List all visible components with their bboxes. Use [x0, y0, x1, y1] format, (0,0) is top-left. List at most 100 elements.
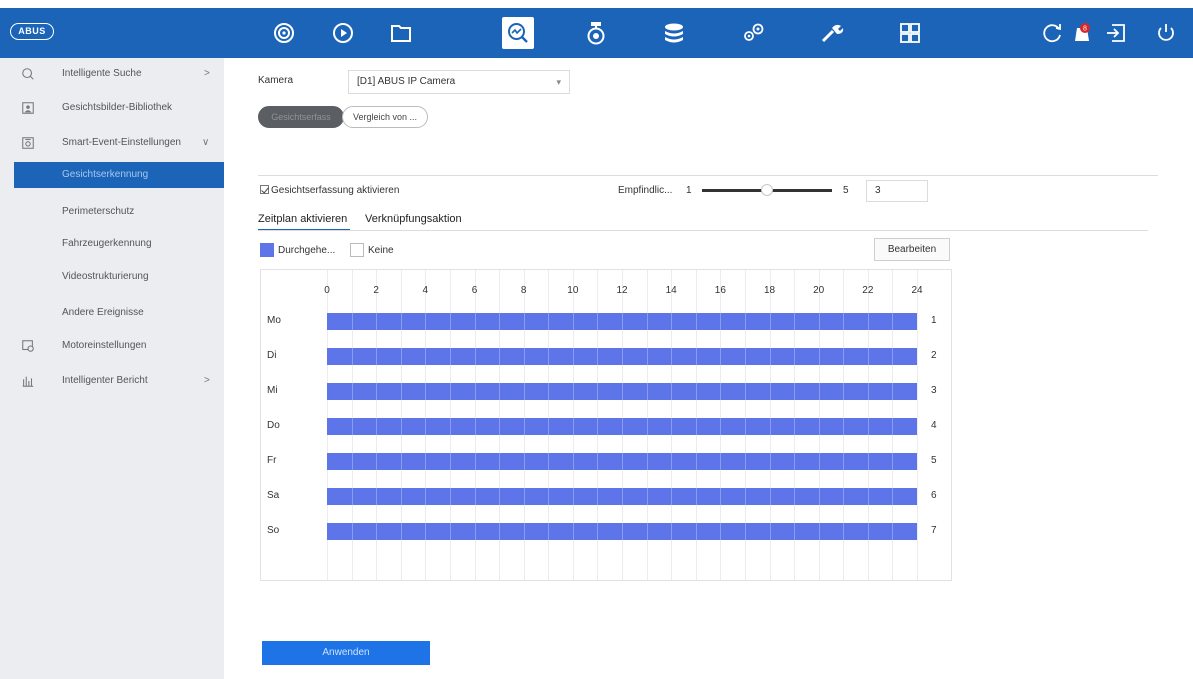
sensitivity-input[interactable]: 3	[866, 180, 928, 202]
maintenance-icon[interactable]	[816, 17, 848, 49]
tab-face-capture[interactable]: Gesichtserfass	[258, 106, 344, 128]
sidebar: Intelligente Suche > Gesichtsbilder-Bibl…	[0, 58, 224, 679]
day-label: Do	[267, 420, 280, 431]
hour-tick	[769, 313, 771, 330]
sidebar-item-other-events[interactable]: Andere Ereignisse	[0, 300, 224, 326]
sidebar-item-label: Andere Ereignisse	[62, 307, 144, 318]
hour-tick	[523, 488, 525, 505]
hour-tick	[400, 488, 402, 505]
schedule-bar[interactable]	[327, 523, 917, 540]
hour-tick	[646, 313, 648, 330]
hour-tick	[572, 453, 574, 470]
hour-tick	[720, 523, 722, 540]
sidebar-item-label: Videostrukturierung	[62, 271, 149, 282]
logout-icon[interactable]	[1100, 17, 1132, 49]
schedule-bar[interactable]	[327, 453, 917, 470]
legend-continuous-label: Durchgehe...	[278, 245, 336, 256]
storage-icon[interactable]	[658, 17, 690, 49]
live-view-icon[interactable]	[268, 17, 300, 49]
hour-tick	[474, 348, 476, 365]
legend-continuous-swatch[interactable]	[260, 243, 274, 257]
hour-tick	[794, 348, 796, 365]
schedule-bar[interactable]	[327, 488, 917, 505]
hour-tick	[843, 418, 845, 435]
hour-tick	[646, 418, 648, 435]
hour-label: 12	[616, 285, 628, 296]
alarm-icon[interactable]: 8	[1066, 17, 1098, 49]
sidebar-item-label: Perimeterschutz	[62, 206, 135, 217]
camera-select[interactable]: [D1] ABUS IP Camera ▾	[348, 70, 570, 94]
row-number: 2	[931, 350, 937, 361]
hour-tick	[892, 348, 894, 365]
apply-button[interactable]: Anwenden	[262, 641, 430, 665]
sidebar-item-intelligent-report[interactable]: Intelligenter Bericht >	[0, 368, 224, 394]
schedule-bar[interactable]	[327, 348, 917, 365]
hour-tick	[351, 313, 353, 330]
hour-tick	[597, 523, 599, 540]
schedule-grid[interactable]: 0 2 4 6 8 10 12 14 16 18 20 22 24 Mo 1 Di 2 Mi 3 Do 4 Fr 5 Sa 6…	[260, 269, 952, 581]
hour-tick	[351, 418, 353, 435]
hour-tick	[376, 383, 378, 400]
refresh-icon[interactable]	[1036, 17, 1068, 49]
hour-label: 18	[763, 285, 776, 296]
hour-tick	[523, 453, 525, 470]
tab-comparison[interactable]: Vergleich von ...	[342, 106, 428, 128]
row-number: 6	[931, 490, 937, 501]
hour-tick	[499, 418, 501, 435]
hour-tick	[499, 488, 501, 505]
schedule-bar[interactable]	[327, 313, 917, 330]
sensitivity-slider-handle[interactable]	[761, 184, 773, 196]
files-icon[interactable]	[385, 17, 417, 49]
tab-linkage-action[interactable]: Verknüpfungsaktion	[365, 213, 462, 225]
smart-event-icon	[20, 135, 36, 151]
sensitivity-min-label: 1	[686, 185, 692, 196]
hour-tick	[572, 313, 574, 330]
hour-tick	[400, 418, 402, 435]
sidebar-item-motor-settings[interactable]: Motoreinstellungen	[0, 333, 224, 359]
edit-button[interactable]: Bearbeiten	[874, 238, 950, 261]
hour-tick	[449, 383, 451, 400]
hour-tick	[843, 523, 845, 540]
schedule-bar[interactable]	[327, 383, 917, 400]
hour-tick	[523, 383, 525, 400]
hour-tick	[867, 348, 869, 365]
hour-tick	[400, 453, 402, 470]
sidebar-item-face-detection[interactable]: Gesichtserkennung	[14, 162, 224, 188]
hour-tick	[867, 488, 869, 505]
hour-tick	[351, 488, 353, 505]
hour-tick	[376, 348, 378, 365]
hour-tick	[597, 383, 599, 400]
sidebar-item-video-structuring[interactable]: Videostrukturierung	[0, 264, 224, 290]
row-number: 7	[931, 525, 937, 536]
sidebar-item-label: Gesichtsbilder-Bibliothek	[62, 102, 173, 113]
settings-icon[interactable]	[738, 17, 770, 49]
sidebar-item-vehicle-detection[interactable]: Fahrzeugerkennung	[0, 231, 224, 257]
search-analytics-icon[interactable]	[502, 17, 534, 49]
playback-icon[interactable]	[327, 17, 359, 49]
hour-tick	[794, 418, 796, 435]
camera-icon[interactable]	[580, 17, 612, 49]
power-icon[interactable]	[1150, 17, 1182, 49]
sensitivity-max-label: 5	[843, 185, 849, 196]
hour-tick	[548, 313, 550, 330]
hour-tick	[597, 313, 599, 330]
hour-tick	[425, 453, 427, 470]
sidebar-item-label: Fahrzeugerkennung	[62, 238, 152, 249]
day-label: Di	[267, 350, 277, 361]
legend-none-swatch[interactable]	[350, 243, 364, 257]
sidebar-item-face-library[interactable]: Gesichtsbilder-Bibliothek	[0, 95, 224, 121]
hour-tick	[376, 313, 378, 330]
divider	[258, 230, 1148, 231]
hour-tick	[695, 523, 697, 540]
enable-face-detection-checkbox[interactable]: Gesichtserfassung aktivieren	[260, 185, 399, 196]
layout-icon[interactable]	[894, 17, 926, 49]
hour-tick	[646, 453, 648, 470]
legend-none-label: Keine	[368, 245, 394, 256]
hour-tick	[843, 313, 845, 330]
tab-schedule[interactable]: Zeitplan aktivieren	[258, 213, 347, 225]
schedule-bar[interactable]	[327, 418, 917, 435]
hour-tick	[769, 523, 771, 540]
sidebar-item-smart-event-settings[interactable]: Smart-Event-Einstellungen ∨	[0, 130, 224, 156]
sidebar-item-perimeter-protection[interactable]: Perimeterschutz	[0, 199, 224, 225]
sidebar-item-intelligent-search[interactable]: Intelligente Suche >	[0, 61, 224, 87]
